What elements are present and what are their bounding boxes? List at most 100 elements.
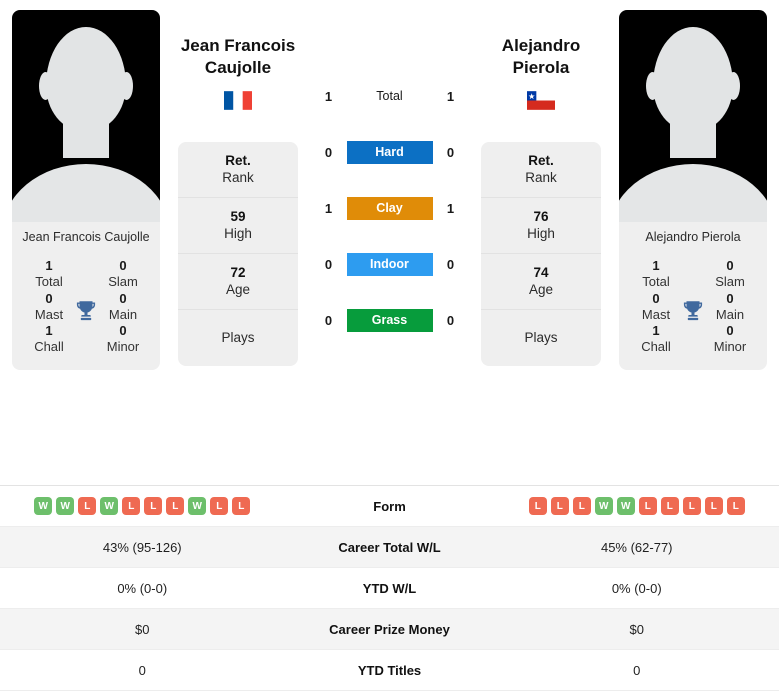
left-title-minor-value: 0 — [119, 323, 127, 338]
form-badge-l: L — [210, 497, 229, 515]
left-player-photo-caption: Jean Francois Caujolle — [12, 222, 160, 252]
surface-total-left-value: 1 — [324, 88, 333, 104]
left-title-chall-value: 1 — [45, 323, 53, 338]
right-stat-age-label: Age — [528, 282, 554, 297]
surface-grass-label[interactable]: Grass — [346, 308, 433, 332]
right-title-minor-label: Minor — [713, 339, 747, 355]
left-titles-grid: 1 Total 0 Slam 0 Mast 0 Main 1 Chall 0 M… — [12, 252, 160, 370]
comparison-stats-table: WWLWLLLWLL Form LLLWWLLLLL 43% (95-126) … — [0, 485, 779, 691]
right-title-slam-label: Slam — [715, 274, 745, 290]
form-badge-l: L — [572, 497, 591, 515]
surface-clay-left-value: 1 — [324, 200, 333, 216]
right-player-name-line2: Pierola — [512, 57, 570, 77]
row-label-form: Form — [373, 498, 406, 514]
right-stat-age-value: 74 — [533, 264, 549, 280]
table-row-career-total-wl: 43% (95-126) Career Total W/L 45% (62-77… — [0, 527, 779, 568]
surface-row-grass: 0 Grass 0 — [304, 292, 475, 348]
right-player-name: Alejandro Pierola — [502, 35, 580, 79]
form-badge-l: L — [638, 497, 657, 515]
table-row-ytd-wl: 0% (0-0) YTD W/L 0% (0-0) — [0, 568, 779, 609]
right-career-total-wl: 45% (62-77) — [600, 539, 673, 555]
surface-grass-right-value: 0 — [446, 312, 455, 328]
right-career-prize-money: $0 — [629, 621, 644, 637]
left-player-photo — [12, 10, 160, 222]
form-badge-l: L — [144, 497, 163, 515]
left-title-main-label: Main — [108, 306, 138, 322]
form-badge-w: W — [594, 497, 613, 515]
row-label-career-prize-money: Career Prize Money — [329, 621, 450, 637]
right-title-main-label: Main — [715, 306, 745, 322]
player-comparison-page: Jean Francois Caujolle 1 Total 0 Slam 0 … — [0, 0, 779, 699]
chile-flag-icon — [527, 90, 555, 110]
avatar-ear-left — [646, 72, 659, 100]
left-title-total-value: 1 — [45, 258, 53, 273]
surface-clay-label[interactable]: Clay — [346, 196, 433, 220]
table-row-career-prize-money: $0 Career Prize Money $0 — [0, 609, 779, 650]
left-title-total: 1 Total — [12, 258, 86, 291]
left-stat-age: 72 Age — [178, 254, 298, 310]
right-stat-list: Ret. Rank 76 High 74 Age Plays — [481, 141, 601, 366]
form-badge-l: L — [528, 497, 547, 515]
right-form-strip: LLLWWLLLLL — [528, 497, 745, 515]
form-badge-l: L — [122, 497, 141, 515]
left-stat-list: Ret. Rank 59 High 72 Age Plays — [178, 141, 298, 366]
right-stat-plays-label: Plays — [524, 329, 558, 345]
right-stat-high-value: 76 — [533, 208, 549, 224]
left-stat-plays: Plays — [178, 310, 298, 366]
france-flag-icon — [224, 90, 252, 110]
form-badge-w: W — [188, 497, 207, 515]
form-badge-w: W — [34, 497, 53, 515]
form-badge-l: L — [726, 497, 745, 515]
avatar-neck — [63, 114, 109, 158]
form-badge-l: L — [78, 497, 97, 515]
surface-indoor-label[interactable]: Indoor — [346, 252, 433, 276]
right-player-info: Alejandro Pierola Ret. Rank 76 High 74 A… — [481, 10, 601, 366]
row-label-ytd-titles: YTD Titles — [357, 662, 422, 678]
left-stat-rank-label: Rank — [222, 170, 254, 185]
surface-clay-right-value: 1 — [446, 200, 455, 216]
right-stat-plays: Plays — [481, 310, 601, 366]
right-stat-high-label: High — [527, 226, 555, 241]
right-title-slam: 0 Slam — [693, 258, 767, 291]
form-badge-l: L — [682, 497, 701, 515]
table-row-form: WWLWLLLWLL Form LLLWWLLLLL — [0, 486, 779, 527]
left-title-slam-value: 0 — [119, 258, 127, 273]
right-stat-rank-label: Rank — [525, 170, 557, 185]
left-stat-age-value: 72 — [230, 264, 246, 280]
right-title-mast-value: 0 — [652, 290, 660, 306]
left-title-slam: 0 Slam — [86, 258, 160, 291]
surface-row-indoor: 0 Indoor 0 — [304, 236, 475, 292]
surface-total-right-value: 1 — [446, 88, 455, 104]
right-title-slam-value: 0 — [726, 258, 734, 273]
surface-breakdown: 1 Total 1 0 Hard 0 1 Clay 1 0 Indoor 0 0 — [304, 10, 475, 348]
left-stat-age-label: Age — [225, 282, 251, 297]
right-ytd-titles: 0 — [633, 662, 641, 678]
form-badge-w: W — [100, 497, 119, 515]
right-title-mast-label: Mast — [641, 306, 671, 322]
left-player-name-line1: Jean Francois — [180, 36, 296, 55]
left-title-chall: 1 Chall — [12, 323, 86, 356]
row-label-ytd-wl: YTD W/L — [362, 580, 417, 596]
row-label-career-total-wl: Career Total W/L — [338, 539, 441, 555]
right-stat-rank: Ret. Rank — [481, 142, 601, 198]
left-ytd-wl: 0% (0-0) — [117, 580, 168, 596]
avatar-neck — [670, 114, 716, 158]
right-stat-age: 74 Age — [481, 254, 601, 310]
left-career-total-wl: 43% (95-126) — [102, 539, 182, 555]
avatar-ear-right — [727, 72, 740, 100]
left-ytd-titles: 0 — [138, 662, 146, 678]
form-badge-w: W — [616, 497, 635, 515]
surface-indoor-left-value: 0 — [324, 256, 333, 272]
table-row-ytd-titles: 0 YTD Titles 0 — [0, 650, 779, 691]
left-title-mast-value: 0 — [45, 290, 53, 306]
left-player-name: Jean Francois Caujolle — [181, 35, 295, 79]
right-ytd-wl: 0% (0-0) — [611, 580, 662, 596]
surface-hard-left-value: 0 — [324, 144, 333, 160]
form-badge-l: L — [232, 497, 251, 515]
surface-hard-label[interactable]: Hard — [346, 140, 433, 164]
left-stat-rank: Ret. Rank — [178, 142, 298, 198]
right-player-name-line1: Alejandro — [501, 36, 581, 55]
form-badge-l: L — [166, 497, 185, 515]
surface-row-total: 1 Total 1 — [304, 68, 475, 124]
right-form-cell: LLLWWLLLLL — [495, 497, 779, 515]
